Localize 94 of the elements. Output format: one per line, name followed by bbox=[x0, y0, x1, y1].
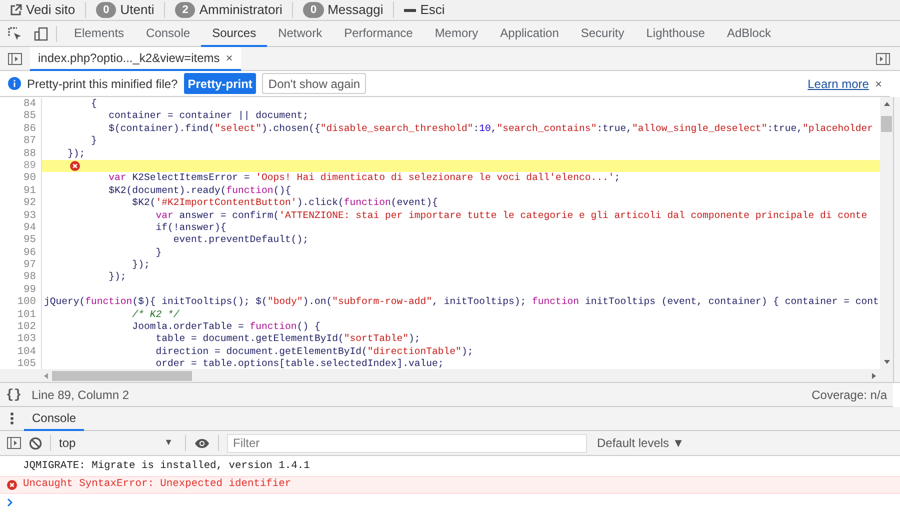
count-badge: 0 bbox=[96, 2, 116, 18]
code-line: $K2('#K2ImportContentButton').click(function(event){ bbox=[131, 197, 438, 210]
minus-icon bbox=[404, 8, 416, 12]
sidebar-toggle-icon[interactable] bbox=[7, 437, 21, 449]
admin-link[interactable]: Utenti bbox=[120, 0, 154, 20]
debugger-toggle-icon[interactable] bbox=[876, 52, 890, 64]
coverage-status: Coverage: n/a bbox=[812, 386, 887, 404]
devtools-tab[interactable]: Performance bbox=[333, 20, 424, 46]
vertical-scrollbar-thumb[interactable] bbox=[881, 116, 892, 132]
eye-icon[interactable] bbox=[194, 438, 210, 448]
line-number: 88 bbox=[24, 148, 36, 160]
code-line: direction = document.getElementById("directionTable"); bbox=[154, 346, 474, 358]
code-line: { bbox=[90, 98, 97, 110]
log-levels-dropdown[interactable]: Default levels ▼ bbox=[597, 434, 684, 452]
horizontal-scrollbar-thumb[interactable] bbox=[52, 370, 192, 380]
close-infobar-button[interactable]: × bbox=[874, 74, 882, 92]
file-tab[interactable]: index.php?optio..._k2&view=items × bbox=[30, 46, 241, 70]
line-number: 92 bbox=[24, 197, 36, 210]
line-number: 89 bbox=[24, 160, 36, 172]
console-message: JQMIGRATE: Migrate is installed, version 1.4.1 bbox=[23, 459, 310, 474]
scroll-down-icon[interactable] bbox=[884, 360, 890, 364]
pretty-print-button[interactable]: Pretty-print bbox=[184, 73, 256, 94]
devtools-tab[interactable]: Security bbox=[570, 20, 636, 46]
code-line: }); bbox=[131, 259, 150, 272]
line-number: 104 bbox=[17, 346, 36, 358]
file-name: index.php?optio..._k2&view=items bbox=[38, 50, 220, 66]
admin-link[interactable]: Esci bbox=[420, 0, 445, 20]
code-line: }); bbox=[66, 148, 86, 160]
line-number: 105 bbox=[17, 358, 36, 369]
sidebar-toggle-icon[interactable] bbox=[8, 52, 22, 64]
code-line: table = document.getElementById("sortTable"); bbox=[154, 333, 420, 346]
dont-show-again-button[interactable]: Don't show again bbox=[262, 73, 366, 94]
external-link-icon bbox=[10, 4, 22, 16]
line-number: 96 bbox=[24, 246, 36, 260]
admin-link[interactable]: Vedi sito bbox=[26, 0, 76, 20]
code-line: Joomla.orderTable = function() { bbox=[131, 321, 320, 334]
inspect-icon[interactable] bbox=[8, 26, 22, 40]
code-line: $K2(document).ready(function(){ bbox=[108, 184, 291, 198]
prompt-chevron-icon[interactable] bbox=[7, 498, 13, 506]
count-badge: 2 bbox=[175, 2, 196, 18]
devtools-tab[interactable]: Lighthouse bbox=[635, 20, 716, 46]
devtools-tab[interactable]: Network bbox=[267, 20, 334, 46]
line-number: 90 bbox=[24, 172, 36, 185]
line-number: 85 bbox=[24, 110, 36, 123]
admin-link[interactable]: Amministratori bbox=[199, 0, 282, 20]
device-icon[interactable] bbox=[34, 26, 48, 40]
line-number: 102 bbox=[17, 321, 36, 334]
code-line: $(container).find("select").chosen({"disable_search_threshold":10,"search_contains":true,"allow_single_deselect":true,"placeholder bbox=[108, 122, 874, 136]
clear-console-icon[interactable] bbox=[29, 436, 42, 450]
line-number: 100 bbox=[17, 296, 36, 309]
line-number: 95 bbox=[24, 234, 36, 247]
code-line: var K2SelectItemsError = 'Oops! Hai dimenticato di selezionare le voci dall'elenco...'; bbox=[108, 172, 620, 185]
count-badge: 0 bbox=[303, 2, 324, 18]
code-line: order = table.options[table.selectedIndex].value; bbox=[154, 358, 444, 369]
error-icon bbox=[7, 480, 17, 490]
devtools-tab[interactable]: Memory bbox=[424, 20, 490, 46]
admin-link[interactable]: Messaggi bbox=[328, 0, 384, 20]
line-number: 101 bbox=[17, 308, 36, 322]
scroll-up-icon[interactable] bbox=[884, 102, 890, 106]
code-line: }); bbox=[108, 271, 126, 284]
scroll-right-icon[interactable] bbox=[872, 372, 876, 378]
line-number: 86 bbox=[24, 122, 36, 136]
line-number: 94 bbox=[24, 222, 36, 234]
format-button[interactable]: {} bbox=[6, 384, 22, 404]
error-icon bbox=[70, 161, 80, 172]
devtools-tab[interactable]: AdBlock bbox=[716, 20, 782, 46]
devtools-tab[interactable]: Application bbox=[489, 20, 570, 46]
code-line: container = container || document; bbox=[108, 110, 309, 123]
devtools-tab[interactable]: Console bbox=[135, 20, 202, 46]
code-line: event.preventDefault(); bbox=[172, 234, 309, 247]
devtools-tab[interactable]: Elements bbox=[63, 20, 136, 46]
line-number: 93 bbox=[24, 210, 36, 222]
more-options-icon[interactable] bbox=[10, 412, 14, 425]
code-line: } bbox=[90, 135, 97, 148]
line-number: 84 bbox=[24, 98, 36, 110]
line-number: 97 bbox=[24, 259, 36, 272]
console-message: Uncaught SyntaxError: Unexpected identifier bbox=[23, 477, 292, 492]
line-number: 98 bbox=[24, 271, 36, 284]
info-icon bbox=[8, 77, 21, 90]
code-line: jQuery(function($){ initTooltips(); $("body").on("subform-row-add", initTooltips); function initTooltips (event, container) { container = cont bbox=[44, 296, 879, 309]
line-number: 91 bbox=[24, 184, 36, 198]
code-line: } bbox=[154, 246, 162, 260]
line-number: 99 bbox=[24, 284, 36, 296]
learn-more-link[interactable]: Learn more bbox=[808, 74, 869, 92]
filter-field[interactable]: Filter bbox=[227, 434, 587, 452]
code-line: /* K2 */ bbox=[131, 308, 180, 322]
code-line: var answer = confirm('ATTENZIONE: stai per importare tutte le categorie e gli articoli dal componente principale di conte bbox=[154, 210, 868, 222]
line-number: 103 bbox=[17, 333, 36, 346]
close-tab-button[interactable]: × bbox=[226, 48, 233, 66]
code-line: if(!answer){ bbox=[154, 222, 226, 234]
infobar-message: Pretty-print this minified file? bbox=[27, 76, 178, 92]
cursor-position: Line 89, Column 2 bbox=[32, 386, 130, 404]
line-number: 87 bbox=[24, 135, 36, 148]
context-select[interactable]: top ▼ bbox=[59, 434, 177, 452]
